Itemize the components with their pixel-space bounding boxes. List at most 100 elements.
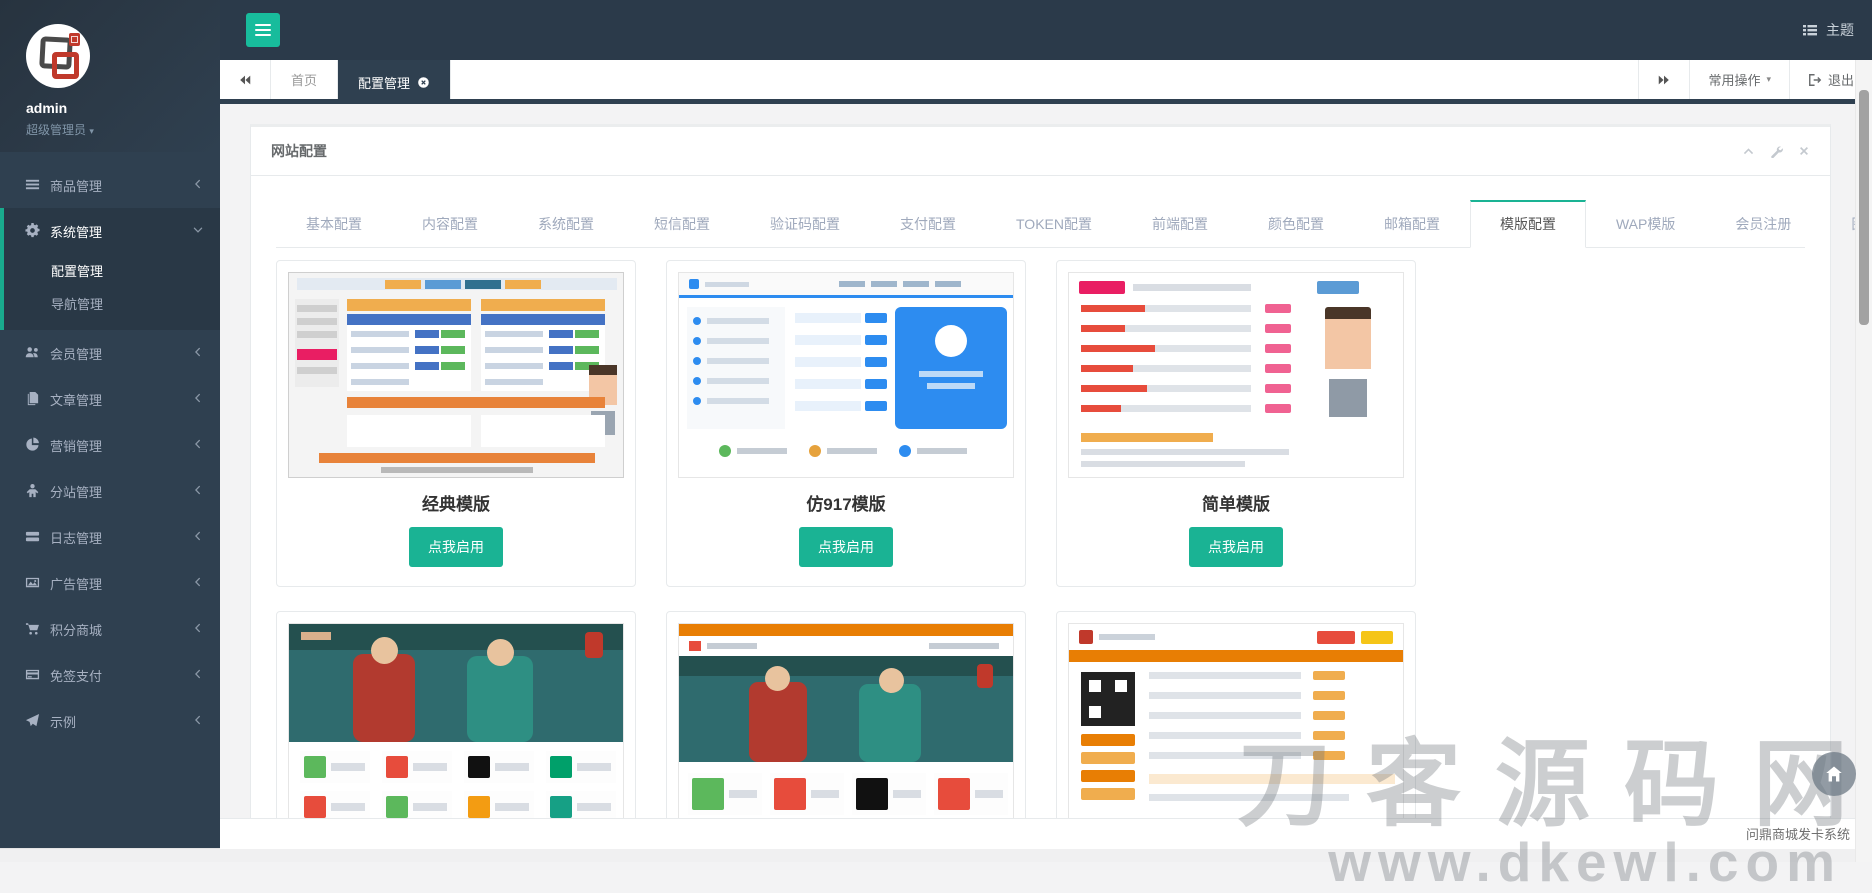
template-thumbnail bbox=[288, 272, 624, 478]
sidebar-item-label: 分站管理 bbox=[50, 482, 102, 501]
sidebar-group: 会员管理 bbox=[0, 330, 220, 376]
sidebar-item[interactable]: 免签支付 bbox=[0, 652, 220, 698]
chevron-left-icon bbox=[192, 714, 204, 726]
config-tab[interactable]: TOKEN配置 bbox=[986, 200, 1122, 248]
config-tab[interactable]: 系统配置 bbox=[508, 200, 624, 248]
page-tab[interactable]: 首页 bbox=[271, 60, 337, 99]
template-thumbnail bbox=[1068, 272, 1404, 478]
sidebar-group: 营销管理 bbox=[0, 422, 220, 468]
template-cards: 经典模版点我启用仿917模版点我启用简单模版点我启用简易商城A点我启用简易商城B… bbox=[276, 248, 1805, 818]
sidebar-item-label: 广告管理 bbox=[50, 574, 102, 593]
sidebar-item-label: 日志管理 bbox=[50, 528, 102, 547]
caret-down-icon: ▾ bbox=[1766, 74, 1771, 85]
template-card: 仿917模版点我启用 bbox=[666, 260, 1026, 587]
config-tab[interactable]: 颜色配置 bbox=[1238, 200, 1354, 248]
sidebar-item[interactable]: 文章管理 bbox=[0, 376, 220, 422]
panel-header: 网站配置 bbox=[251, 127, 1830, 176]
card-icon bbox=[25, 667, 41, 683]
sidebar-item-label: 示例 bbox=[50, 712, 76, 731]
sidebar: admin 超级管理员 ▾ 商品管理系统管理配置管理导航管理会员管理文章管理营销… bbox=[0, 0, 220, 849]
config-tabs: 基本配置内容配置系统配置短信配置验证码配置支付配置TOKEN配置前端配置颜色配置… bbox=[276, 200, 1805, 248]
page-tab-label: 首页 bbox=[291, 70, 317, 89]
sidebar-item-label: 营销管理 bbox=[50, 436, 102, 455]
sidebar-item[interactable]: 广告管理 bbox=[0, 560, 220, 606]
pie-icon bbox=[25, 437, 41, 453]
tab-close-icon[interactable] bbox=[417, 76, 430, 89]
sidebar-item[interactable]: 积分商城 bbox=[0, 606, 220, 652]
template-thumbnail bbox=[678, 623, 1014, 818]
sidebar-group: 积分商城 bbox=[0, 606, 220, 652]
sidebar-item[interactable]: 营销管理 bbox=[0, 422, 220, 468]
sidebar-item[interactable]: 系统管理 bbox=[4, 208, 220, 254]
config-tab[interactable]: 会员注册 bbox=[1705, 200, 1821, 248]
profile-block: admin 超级管理员 ▾ bbox=[0, 0, 220, 152]
sidebar-group: 广告管理 bbox=[0, 560, 220, 606]
footer-bar bbox=[220, 818, 1856, 849]
sidebar-item-label: 系统管理 bbox=[50, 222, 102, 241]
chevron-left-icon bbox=[192, 668, 204, 680]
sidebar-group: 系统管理配置管理导航管理 bbox=[0, 208, 220, 330]
config-tab[interactable]: 内容配置 bbox=[392, 200, 508, 248]
tabs-scroll-left-button[interactable] bbox=[220, 60, 270, 99]
enable-template-button[interactable]: 点我启用 bbox=[409, 527, 503, 567]
config-tab[interactable]: 基本配置 bbox=[276, 200, 392, 248]
config-tab[interactable]: 前端配置 bbox=[1122, 200, 1238, 248]
chevron-down-icon bbox=[192, 224, 204, 236]
sidebar-group: 文章管理 bbox=[0, 376, 220, 422]
sidebar-item[interactable]: 分站管理 bbox=[0, 468, 220, 514]
chevron-left-icon bbox=[192, 346, 204, 358]
sidebar-item-label: 会员管理 bbox=[50, 344, 102, 363]
common-actions-dropdown[interactable]: 常用操作▾ bbox=[1689, 60, 1789, 99]
chevron-left-icon bbox=[192, 392, 204, 404]
page-tab-label: 配置管理 bbox=[358, 73, 410, 92]
config-tab[interactable]: 短信配置 bbox=[624, 200, 740, 248]
template-card: 经典模版点我启用 bbox=[276, 260, 636, 587]
close-icon[interactable] bbox=[1798, 145, 1810, 158]
config-tab[interactable]: 支付配置 bbox=[870, 200, 986, 248]
page-tab[interactable]: 配置管理 bbox=[338, 60, 450, 104]
tabs-scroll-right-button[interactable] bbox=[1638, 60, 1689, 99]
plane-icon bbox=[25, 713, 41, 729]
scrollbar-thumb[interactable] bbox=[1859, 90, 1869, 325]
sidebar-item[interactable]: 日志管理 bbox=[0, 514, 220, 560]
theme-list-icon bbox=[1802, 22, 1818, 38]
logout-icon bbox=[1808, 73, 1822, 87]
sidebar-subitem[interactable]: 配置管理 bbox=[4, 254, 220, 287]
hamburger-icon bbox=[255, 21, 271, 39]
theme-label: 主题 bbox=[1826, 20, 1854, 40]
avatar[interactable] bbox=[26, 24, 90, 88]
sidebar-item-label: 文章管理 bbox=[50, 390, 102, 409]
cart-icon bbox=[25, 621, 41, 637]
gear-icon bbox=[25, 223, 41, 239]
theme-switch[interactable]: 主题 bbox=[1802, 0, 1854, 60]
site-config-panel: 网站配置 基本配置内容配置系统配置短信配置验证码配置支付配置TOKEN配置前端配… bbox=[250, 124, 1831, 818]
sidebar-subitem[interactable]: 导航管理 bbox=[4, 287, 220, 320]
sidebar-item[interactable]: 商品管理 bbox=[0, 162, 220, 208]
server-icon bbox=[25, 529, 41, 545]
vertical-scrollbar[interactable] bbox=[1855, 60, 1872, 862]
enable-template-button[interactable]: 点我启用 bbox=[1189, 527, 1283, 567]
config-tab[interactable]: 邮箱配置 bbox=[1354, 200, 1470, 248]
home-float-button[interactable] bbox=[1812, 752, 1856, 796]
home-icon bbox=[1824, 764, 1844, 784]
user-role-dropdown[interactable]: 超级管理员 ▾ bbox=[26, 121, 220, 138]
panel-tools bbox=[1742, 145, 1810, 158]
chevron-left-icon bbox=[192, 622, 204, 634]
panel-body: 基本配置内容配置系统配置短信配置验证码配置支付配置TOKEN配置前端配置颜色配置… bbox=[251, 176, 1830, 818]
config-tab[interactable]: 模版配置 bbox=[1470, 200, 1586, 248]
menu-toggle-button[interactable] bbox=[246, 13, 280, 47]
sidebar-group: 分站管理 bbox=[0, 468, 220, 514]
sidebar-item[interactable]: 示例 bbox=[0, 698, 220, 744]
config-tab[interactable]: WAP模版 bbox=[1586, 200, 1705, 248]
template-card: 简易商城A点我启用 bbox=[276, 611, 636, 818]
page-tabs: 首页 配置管理 bbox=[271, 60, 451, 99]
template-card: 优云宝 bbox=[1056, 611, 1416, 818]
wrench-icon[interactable] bbox=[1770, 145, 1783, 158]
collapse-icon[interactable] bbox=[1742, 145, 1755, 158]
config-tab[interactable]: 验证码配置 bbox=[740, 200, 870, 248]
tabbar-actions: 常用操作▾ 退出 bbox=[1638, 60, 1872, 99]
sidebar-item[interactable]: 会员管理 bbox=[0, 330, 220, 376]
config-tab[interactable]: 图片上传 bbox=[1821, 200, 1856, 248]
enable-template-button[interactable]: 点我启用 bbox=[799, 527, 893, 567]
page-tabbar: 首页 配置管理 常用操作▾ 退出 bbox=[220, 60, 1872, 99]
